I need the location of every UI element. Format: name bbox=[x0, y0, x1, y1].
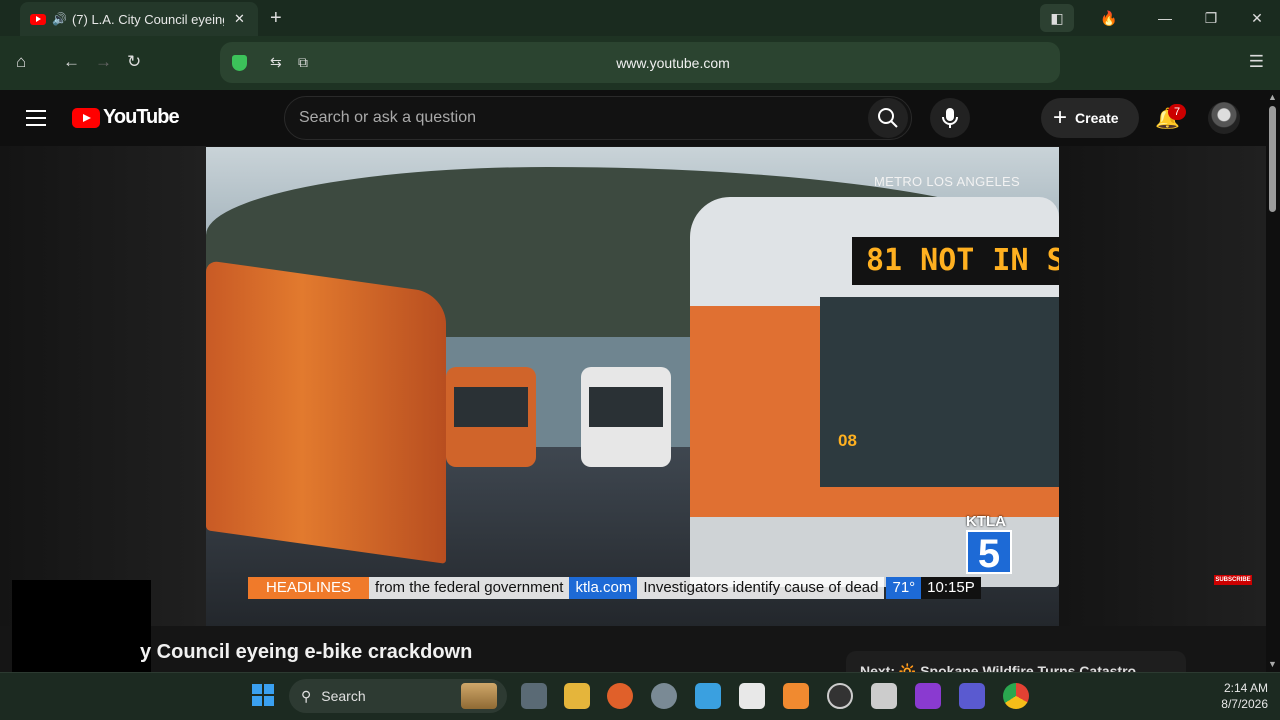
file-explorer-icon[interactable] bbox=[564, 683, 590, 709]
video-title: y Council eyeing e-bike crackdown bbox=[140, 641, 473, 663]
create-label: Create bbox=[1075, 110, 1119, 126]
taskbar-search-icon: ⚲ bbox=[301, 687, 312, 704]
duckduckgo-icon[interactable] bbox=[607, 683, 633, 709]
speaker-icon[interactable]: 🔊 bbox=[52, 12, 67, 26]
bus-windshield bbox=[820, 297, 1059, 487]
calculator-icon[interactable] bbox=[871, 683, 897, 709]
taskbar-search[interactable]: ⚲ Search bbox=[289, 679, 507, 713]
hamburger-menu-icon[interactable] bbox=[26, 110, 46, 126]
subscribe-badge[interactable]: SUBSCRIBE bbox=[1214, 575, 1252, 585]
scroll-up-arrow-icon[interactable]: ▲ bbox=[1268, 92, 1277, 102]
search-input[interactable] bbox=[299, 107, 839, 129]
notepad-icon[interactable] bbox=[695, 683, 721, 709]
bus-destination-sign: 81 NOT IN SERVI bbox=[852, 237, 1059, 285]
ticker-text-2: Investigators identify cause of dead bbox=[637, 577, 885, 599]
scroll-down-arrow-icon[interactable]: ▼ bbox=[1268, 659, 1277, 669]
new-tab-button[interactable]: + bbox=[270, 7, 282, 30]
settings-icon[interactable] bbox=[651, 683, 677, 709]
home-icon[interactable]: ⌂ bbox=[16, 52, 26, 72]
browser-tab[interactable]: 🔊 (7) L.A. City Council eyeing ✕ bbox=[20, 2, 258, 36]
ambient-left bbox=[0, 146, 206, 626]
taskbar-search-label: Search bbox=[321, 688, 366, 704]
ticker-time: 10:15P bbox=[921, 577, 981, 599]
bus-number: 08 bbox=[838, 431, 857, 450]
fl-studio-icon[interactable] bbox=[783, 683, 809, 709]
obs-icon[interactable] bbox=[827, 683, 853, 709]
youtube-logo-text[interactable]: YouTube bbox=[103, 106, 180, 129]
search-box bbox=[284, 96, 912, 140]
close-window-button[interactable]: ✕ bbox=[1234, 10, 1280, 27]
news-ticker: HEADLINES from the federal government kt… bbox=[248, 577, 981, 599]
back-icon[interactable]: ← bbox=[63, 52, 80, 72]
clock-time: 2:14 AM bbox=[1223, 681, 1268, 695]
minimize-button[interactable]: — bbox=[1142, 10, 1188, 26]
location-overlay: METRO LOS ANGELES bbox=[874, 174, 1020, 189]
tab-close-icon[interactable]: ✕ bbox=[234, 11, 245, 27]
scrollbar-thumb[interactable] bbox=[1269, 106, 1276, 212]
ticker-label: HEADLINES bbox=[248, 577, 370, 599]
reload-icon[interactable]: ↻ bbox=[127, 52, 141, 72]
search-highlight-image bbox=[461, 683, 497, 709]
clipchamp-icon[interactable] bbox=[915, 683, 941, 709]
station-name: KTLA bbox=[966, 513, 1006, 530]
ticker-site: ktla.com bbox=[569, 577, 638, 599]
clock-date: 8/7/2026 bbox=[1221, 697, 1268, 711]
video-bus-left bbox=[206, 260, 446, 564]
create-button[interactable]: + Create bbox=[1041, 98, 1139, 138]
search-icon bbox=[878, 108, 898, 128]
youtube-logo-icon[interactable] bbox=[72, 108, 100, 128]
plus-icon: + bbox=[1053, 104, 1068, 131]
url-text[interactable]: www.youtube.com bbox=[560, 55, 786, 71]
station-number: 5 bbox=[966, 530, 1012, 576]
windows-taskbar bbox=[0, 672, 1280, 720]
sidebar-toggle-icon[interactable]: ◧ bbox=[1040, 4, 1074, 32]
screenshot-icon[interactable]: ⧉ bbox=[298, 54, 308, 71]
voice-search-button[interactable] bbox=[930, 98, 970, 138]
window-controls: ◧ 🔥 — ❐ ✕ bbox=[1040, 0, 1280, 36]
microphone-icon bbox=[942, 108, 958, 128]
avatar[interactable] bbox=[1208, 102, 1240, 134]
notification-badge: 7 bbox=[1168, 104, 1186, 120]
tab-title: (7) L.A. City Council eyeing bbox=[71, 11, 224, 27]
notes-app-icon[interactable] bbox=[959, 683, 985, 709]
flame-icon[interactable]: 🔥 bbox=[1086, 10, 1132, 27]
search-button[interactable] bbox=[868, 98, 908, 138]
video-bus-center-2 bbox=[581, 367, 671, 467]
start-button-icon[interactable] bbox=[252, 684, 274, 706]
task-view-icon[interactable] bbox=[521, 683, 547, 709]
chrome-icon[interactable] bbox=[1003, 683, 1029, 709]
snipping-tool-icon[interactable] bbox=[739, 683, 765, 709]
restore-button[interactable]: ❐ bbox=[1188, 10, 1234, 27]
browser-menu-icon[interactable]: ☰ bbox=[1249, 52, 1264, 72]
youtube-favicon-icon bbox=[30, 13, 46, 25]
forward-icon[interactable]: → bbox=[95, 52, 112, 72]
shield-icon[interactable] bbox=[232, 55, 247, 71]
video-player[interactable]: 81 NOT IN SERVI 08 METRO LOS ANGELES KTL… bbox=[206, 147, 1059, 626]
station-logo: KTLA 5 bbox=[966, 513, 1016, 579]
ticker-temperature: 71° bbox=[886, 577, 922, 599]
ticker-text-1: from the federal government bbox=[369, 577, 570, 599]
system-clock[interactable]: 2:14 AM 8/7/2026 bbox=[1208, 680, 1268, 712]
site-settings-icon[interactable]: ⇆ bbox=[270, 54, 282, 71]
ambient-right bbox=[1059, 146, 1266, 626]
video-bus-center-1 bbox=[446, 367, 536, 467]
